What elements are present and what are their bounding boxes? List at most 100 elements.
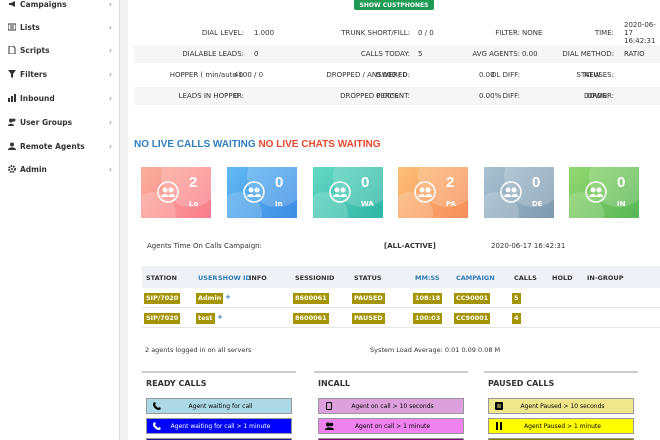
col-hold: HOLD [552,274,573,282]
stat-value: DOWN [584,92,608,100]
col-mmss-link[interactable]: MM:SS [415,274,440,282]
bar-chart-icon [8,94,16,102]
sidebar-item-label: Scripts [20,45,50,55]
panel-title: INCALL [318,379,350,388]
cell-calls: 5 [512,293,521,304]
stat-value: NONE [522,29,543,37]
cell-mmss: 108:18 [413,293,443,304]
card-count: 2 [446,174,455,191]
legend-text: Agent waiting for call > 1 minute [170,422,271,430]
sidebar-item-filters[interactable]: Filters ‹ [0,66,120,82]
legend-item: Agent on call > 1 minute [318,418,464,434]
stat-value: 0 / 0 [418,29,434,37]
card-label: WA [361,200,374,208]
mobile-icon [322,402,336,410]
paused-calls-panel: PAUSED CALLS Agent Paused > 10 seconds A… [484,371,638,440]
legend-item: Agent waiting for call [146,398,292,414]
col-station: STATION [146,274,177,282]
cell-status: PAUSED [352,293,385,304]
chevron-left-icon: ‹ [108,117,112,127]
pause-icon [492,422,506,430]
chevron-left-icon: ‹ [108,93,112,103]
sidebar-item-label: Campaigns [20,0,67,9]
card-label: IN [617,200,626,208]
cell-user[interactable]: test [196,313,215,324]
sidebar-item-remote-agents[interactable]: Remote Agents ‹ [0,138,120,154]
stat-value: 0.00 [479,71,495,79]
megaphone-icon [8,0,16,8]
sidebar-item-campaigns[interactable]: Campaigns ‹ [0,0,120,12]
system-load-text: System Load Average: 0.01 0.09 0.08 M [370,346,501,354]
cell-user[interactable]: Admin [196,293,224,304]
card-label: Lo [189,200,199,208]
stat-value: 1.000 [254,29,275,37]
sidebar-item-scripts[interactable]: Scripts ‹ [0,42,120,58]
table-header: STATION USER SHOW ID INFO SESSIONID STAT… [142,266,660,288]
sidebar-item-admin[interactable]: Admin ‹ [0,161,120,177]
users-icon [322,422,336,430]
cell-campaign: CC90001 [454,293,491,304]
sidebar-item-label: Filters [20,69,48,79]
summary-card-paused[interactable]: 2 PA [398,167,468,218]
plus-icon[interactable]: + [217,313,223,321]
sidebar-item-label: Admin [20,164,47,174]
cell-status: PAUSED [352,313,385,324]
sidebar-item-lists[interactable]: Lists ‹ [0,19,120,35]
cell-session: 8600061 [293,313,329,324]
stats-row: HOPPER ( min/auto ): 4000 / 0 DROPPED / … [134,66,660,84]
stat-label: DIALABLE LEADS: [182,50,244,58]
stat-label: CALLS TODAY: [360,50,410,58]
remote-agents-icon [8,142,16,150]
stat-label: FILTER: [495,29,520,37]
summary-card-dead[interactable]: 0 DE [484,167,554,218]
users-icon [585,181,607,203]
plus-icon[interactable]: + [225,293,231,301]
agents-campaign-link[interactable]: [ALL-ACTIVE] [384,242,436,250]
stats-row: DIALABLE LEADS: 0 CALLS TODAY: 5 AVG AGE… [134,45,660,63]
users-icon [414,181,436,203]
agents-time-label: Agents Time On Calls Campaign: [147,242,262,250]
table-row[interactable]: SIP/7020 test + 8600061 PAUSED 100:03 CC… [142,308,660,328]
legend-item: Agent Paused > 1 minute [488,418,634,434]
gear-icon [8,165,16,173]
summary-card-logged-in[interactable]: 2 Lo [141,167,211,218]
users-icon [157,181,179,203]
list-icon [8,23,16,31]
sidebar-item-inbound[interactable]: Inbound ‹ [0,90,120,106]
cell-mmss: 100:03 [413,313,443,324]
col-campaign-link[interactable]: CAMPAIGN [456,274,495,282]
users-icon [329,181,351,203]
col-show-id-link[interactable]: SHOW ID [218,274,251,282]
card-count: 0 [275,174,284,191]
summary-card-incall[interactable]: 0 IN [569,167,639,218]
stat-value: 0 [234,92,239,100]
col-sessionid: SESSIONID [295,274,335,282]
cell-campaign: CC90001 [454,313,491,324]
card-label: PA [446,200,456,208]
chevron-left-icon: ‹ [108,141,112,151]
legend-item: Agent waiting for call > 1 minute [146,418,292,434]
waiting-status: NO LIVE CALLS WAITING NO LIVE CHATS WAIT… [134,139,381,150]
stat-value: 0 [254,50,259,58]
legend-text: Agent waiting for call [188,402,253,410]
summary-card-waiting[interactable]: 0 WA [313,167,383,218]
sidebar-item-user-groups[interactable]: User Groups ‹ [0,114,120,130]
stat-value: 0.00 [522,50,538,58]
panel-title: PAUSED CALLS [488,379,555,388]
stats-row: DIAL LEVEL: 1.000 TRUNK SHORT/FILL: 0 / … [134,21,660,45]
chevron-left-icon: ‹ [108,22,112,32]
sidebar-item-label: Inbound [20,93,55,103]
col-user-link[interactable]: USER [198,274,217,282]
stat-value: 0.000 / 0 [376,71,408,79]
col-status: STATUS [354,274,382,282]
summary-card-in-call[interactable]: 0 In [227,167,297,218]
stat-label: DIAL LEVEL: [201,29,244,37]
incall-panel: INCALL Agent on call > 10 seconds Agent … [314,371,468,440]
table-row[interactable]: SIP/7020 Admin + 8600061 PAUSED 108:18 C… [142,288,660,308]
legend-item: Agent Paused > 10 seconds [488,398,634,414]
show-custphones-button[interactable]: SHOW CUSTPHONES [354,0,434,10]
stat-value: 2020-06-17 16:42:31 [624,21,656,45]
stat-value: NEW [584,71,601,79]
phone-icon [150,422,164,430]
stat-value: 0.00% [479,92,502,100]
